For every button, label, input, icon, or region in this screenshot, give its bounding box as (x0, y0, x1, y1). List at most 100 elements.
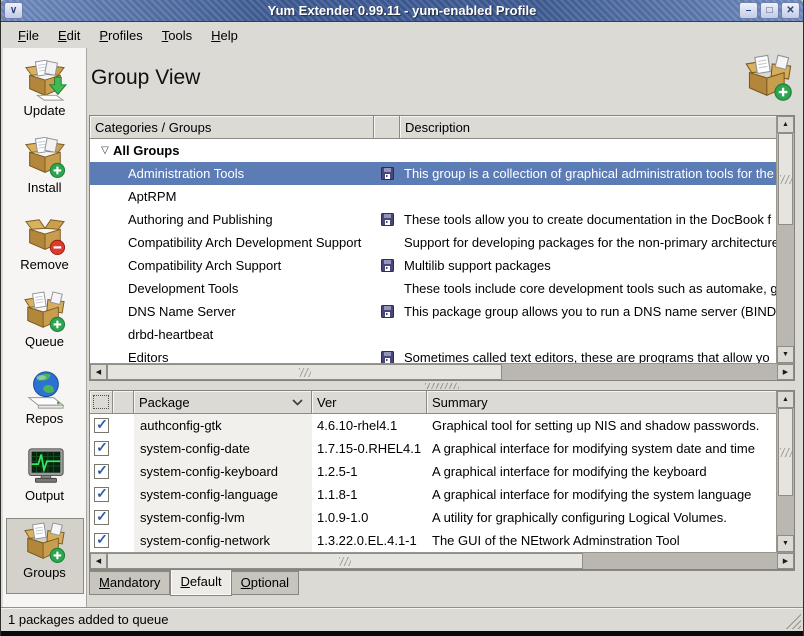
package-checkbox[interactable]: ✓ (94, 533, 109, 548)
page-title: Group View (91, 66, 200, 90)
groups-tree: ▽All Groups Administration Tools This gr… (90, 139, 776, 363)
floppy-icon (381, 167, 394, 180)
expander-icon[interactable]: ▽ (97, 145, 113, 156)
scroll-right-button[interactable]: ▶ (777, 553, 794, 569)
group-row-editors[interactable]: Editors Sometimes called text editors, t… (90, 346, 776, 363)
select-all-box[interactable] (93, 395, 109, 409)
arrow-down-icon: ▼ (782, 540, 789, 547)
menu-file[interactable]: File (15, 26, 42, 45)
group-parent-row[interactable]: ▽All Groups (90, 139, 776, 162)
repos-icon (22, 368, 68, 410)
window-title: Yum Extender 0.99.11 - yum-enabled Profi… (1, 3, 803, 18)
window-controls: – □ ✕ (739, 2, 800, 19)
column-header-ver[interactable]: Ver (312, 391, 427, 414)
column-header-description[interactable]: Description (400, 116, 776, 139)
close-icon: ✕ (786, 6, 794, 16)
packages-pane: Package Ver Summary ✓ authconfig-gtk 4.6… (89, 390, 795, 570)
scrollbar-track[interactable] (107, 364, 777, 380)
arrow-left-icon: ◀ (96, 557, 101, 565)
scroll-up-button[interactable]: ▲ (777, 391, 794, 408)
scrollbar-thumb[interactable] (778, 133, 793, 225)
thumb-grip (339, 557, 351, 566)
tab-mandatory[interactable]: Mandatory (89, 571, 170, 595)
pane-splitter[interactable] (89, 382, 795, 390)
group-row-aptrpm[interactable]: AptRPM (90, 185, 776, 208)
column-header-status[interactable] (113, 391, 134, 414)
group-row-drbd-heartbeat[interactable]: drbd-heartbeat (90, 323, 776, 346)
package-row-system-config-language[interactable]: ✓ system-config-language 1.1.8-1 A graph… (90, 483, 776, 506)
arrow-left-icon: ◀ (96, 368, 101, 376)
status-text: 1 packages added to queue (8, 612, 168, 627)
groups-vertical-scrollbar[interactable]: ▲ ▼ (776, 116, 794, 363)
column-header-categories[interactable]: Categories / Groups (90, 116, 374, 139)
menu-edit[interactable]: Edit (55, 26, 83, 45)
sidebar-item-queue[interactable]: Queue (6, 287, 84, 363)
package-row-authconfig-gtk[interactable]: ✓ authconfig-gtk 4.6.10-rhel4.1 Graphica… (90, 414, 776, 437)
package-row-system-config-network[interactable]: ✓ system-config-network 1.3.22.0.EL.4.1-… (90, 529, 776, 552)
scrollbar-track[interactable] (107, 553, 777, 569)
scroll-right-button[interactable]: ▶ (777, 364, 794, 380)
sidebar-item-groups[interactable]: Groups (6, 518, 84, 594)
sidebar-item-update[interactable]: Update (6, 56, 84, 132)
sidebar-item-repos[interactable]: Repos (6, 364, 84, 440)
sidebar-item-label: Remove (20, 257, 68, 272)
group-view-icon (743, 54, 795, 102)
packages-header-row: Package Ver Summary (90, 391, 794, 414)
window-menu-button[interactable]: ∨ (4, 2, 23, 19)
package-row-system-config-date[interactable]: ✓ system-config-date 1.7.15-0.RHEL4.1 A … (90, 437, 776, 460)
group-row-development-tools[interactable]: Development Tools These tools include co… (90, 277, 776, 300)
sidebar-item-remove[interactable]: Remove (6, 210, 84, 286)
sidebar-item-install[interactable]: Install (6, 133, 84, 209)
scrollbar-thumb[interactable] (107, 364, 502, 380)
arrow-right-icon: ▶ (783, 368, 788, 376)
package-type-tabs: Mandatory Default Optional (89, 570, 795, 597)
output-icon (22, 445, 68, 487)
menu-profiles[interactable]: Profiles (96, 26, 145, 45)
scrollbar-thumb[interactable] (107, 553, 583, 569)
menu-help[interactable]: Help (208, 26, 241, 45)
package-row-system-config-keyboard[interactable]: ✓ system-config-keyboard 1.2.5-1 A graph… (90, 460, 776, 483)
column-header-icon[interactable] (374, 116, 400, 139)
column-header-summary[interactable]: Summary (427, 391, 776, 414)
group-row-administration-tools[interactable]: Administration Tools This group is a col… (90, 162, 776, 185)
packages-horizontal-scrollbar[interactable]: ◀ ▶ (90, 552, 794, 569)
group-row-compat-arch-support[interactable]: Compatibility Arch Support Multilib supp… (90, 254, 776, 277)
scroll-down-button[interactable]: ▼ (777, 535, 794, 552)
package-checkbox[interactable]: ✓ (94, 418, 109, 433)
titlebar[interactable]: ∨ Yum Extender 0.99.11 - yum-enabled Pro… (1, 0, 803, 22)
scroll-down-button[interactable]: ▼ (777, 346, 794, 363)
sidebar-item-output[interactable]: Output (6, 441, 84, 517)
package-checkbox[interactable]: ✓ (94, 464, 109, 479)
resize-grip-icon[interactable] (785, 613, 801, 629)
tab-optional[interactable]: Optional (232, 571, 299, 595)
maximize-button[interactable]: □ (760, 2, 779, 19)
check-icon: ✓ (96, 509, 108, 523)
group-row-compat-arch-dev-support[interactable]: Compatibility Arch Development Support S… (90, 231, 776, 254)
tab-default[interactable]: Default (170, 570, 231, 596)
scroll-left-button[interactable]: ◀ (90, 553, 107, 569)
group-row-dns-name-server[interactable]: DNS Name Server This package group allow… (90, 300, 776, 323)
packages-vertical-scrollbar[interactable]: ▲ ▼ (776, 391, 794, 552)
menubar: File Edit Profiles Tools Help (1, 22, 803, 48)
group-row-authoring-publishing[interactable]: Authoring and Publishing These tools all… (90, 208, 776, 231)
column-header-select[interactable] (90, 391, 113, 414)
scroll-up-button[interactable]: ▲ (777, 116, 794, 133)
content-area: Group View Categories / Groups Descripti… (89, 48, 795, 607)
package-checkbox[interactable]: ✓ (94, 510, 109, 525)
package-row-system-config-lvm[interactable]: ✓ system-config-lvm 1.0.9-1.0 A utility … (90, 506, 776, 529)
check-icon: ✓ (96, 440, 108, 454)
scroll-left-button[interactable]: ◀ (90, 364, 107, 380)
column-header-package[interactable]: Package (134, 391, 312, 414)
minimize-button[interactable]: – (739, 2, 758, 19)
check-icon: ✓ (96, 463, 108, 477)
scrollbar-thumb[interactable] (778, 408, 793, 496)
menu-tools[interactable]: Tools (159, 26, 195, 45)
close-button[interactable]: ✕ (781, 2, 800, 19)
package-checkbox[interactable]: ✓ (94, 441, 109, 456)
install-icon (22, 137, 68, 179)
package-checkbox[interactable]: ✓ (94, 487, 109, 502)
floppy-icon (381, 259, 394, 272)
groups-header-row: Categories / Groups Description (90, 116, 794, 139)
sidebar-item-label: Install (28, 180, 62, 195)
groups-horizontal-scrollbar[interactable]: ◀ ▶ (90, 363, 794, 380)
